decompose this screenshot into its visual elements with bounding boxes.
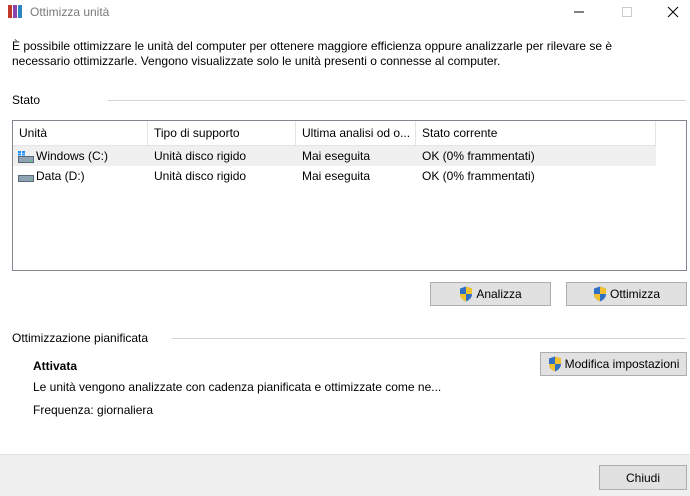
analyze-button[interactable]: Analizza <box>430 282 551 306</box>
current-status: OK (0% frammentati) <box>422 169 535 183</box>
drive-name: Windows (C:) <box>36 149 109 163</box>
maximize-button[interactable] <box>604 0 650 24</box>
schedule-section-label: Ottimizzazione pianificata <box>12 331 149 345</box>
schedule-frequency: Frequenza: giornaliera <box>33 403 154 417</box>
last-run: Mai eseguita <box>302 149 371 163</box>
status-section-label: Stato <box>12 93 41 107</box>
schedule-description: Le unità vengono analizzate con cadenza … <box>33 380 442 394</box>
schedule-status: Attivata <box>33 359 78 373</box>
column-header-last-run[interactable]: Ultima analisi od o... <box>296 121 416 145</box>
status-section-divider <box>108 100 686 101</box>
media-type: Unità disco rigido <box>154 169 247 183</box>
hard-drive-icon <box>18 175 34 182</box>
column-header-status[interactable]: Stato corrente <box>416 121 656 145</box>
change-settings-button[interactable]: Modifica impostazioni <box>540 352 687 376</box>
optimize-button[interactable]: Ottimizza <box>566 282 687 306</box>
column-header-media-type[interactable]: Tipo di supporto <box>148 121 296 145</box>
table-row[interactable]: Windows (C:) Unità disco rigido Mai eseg… <box>13 146 656 166</box>
drives-list[interactable]: Unità Tipo di supporto Ultima analisi od… <box>12 120 687 271</box>
analyze-button-label: Analizza <box>476 287 522 301</box>
media-type: Unità disco rigido <box>154 149 247 163</box>
uac-shield-icon <box>548 356 561 372</box>
minimize-icon <box>574 11 584 13</box>
uac-shield-icon <box>460 286 473 302</box>
maximize-icon <box>622 7 632 17</box>
minimize-button[interactable] <box>556 0 602 24</box>
column-header-drive[interactable]: Unità <box>13 121 148 145</box>
drive-name: Data (D:) <box>36 169 85 183</box>
close-button[interactable]: Chiudi <box>599 465 687 490</box>
change-settings-button-label: Modifica impostazioni <box>564 357 680 371</box>
close-icon <box>667 6 679 18</box>
title-bar: Ottimizza unità <box>0 0 690 24</box>
table-row[interactable]: Data (D:) Unità disco rigido Mai eseguit… <box>13 166 656 186</box>
intro-text: È possibile ottimizzare le unità del com… <box>12 39 613 68</box>
drives-list-header: Unità Tipo di supporto Ultima analisi od… <box>13 121 656 146</box>
close-window-button[interactable] <box>650 0 690 24</box>
last-run: Mai eseguita <box>302 169 371 183</box>
defrag-app-icon <box>8 5 22 18</box>
optimize-button-label: Ottimizza <box>609 287 660 301</box>
window-title: Ottimizza unità <box>30 5 110 19</box>
windows-drive-icon <box>18 151 34 163</box>
current-status: OK (0% frammentati) <box>422 149 535 163</box>
schedule-section-divider <box>172 338 686 339</box>
dialog-footer: Chiudi <box>0 454 690 496</box>
uac-shield-icon <box>593 286 606 302</box>
